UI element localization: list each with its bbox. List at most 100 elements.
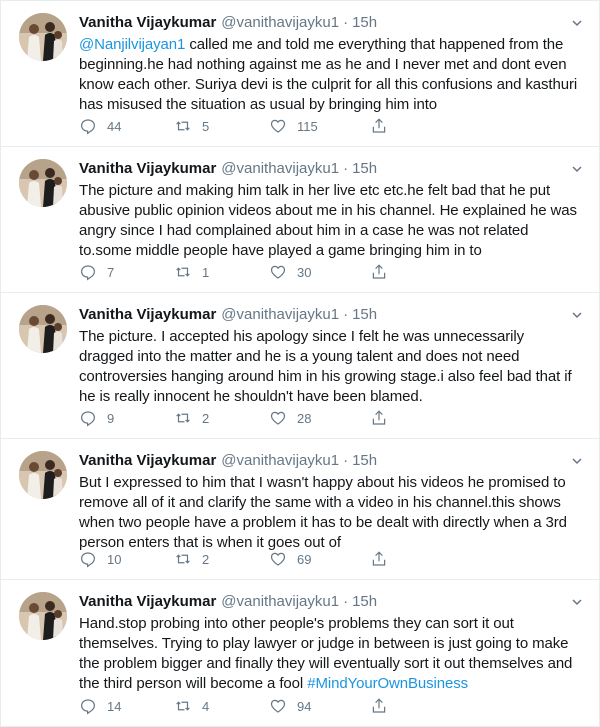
reply-icon [81, 265, 95, 281]
tweet-text: Hand.stop probing into other people's pr… [79, 614, 579, 694]
retweet-count: 4 [202, 698, 210, 714]
like-count: 69 [297, 551, 312, 567]
reply-count: 9 [107, 410, 115, 426]
share-button[interactable] [370, 263, 400, 281]
retweet-icon [176, 267, 190, 277]
like-icon [270, 552, 286, 566]
separator: · [343, 160, 349, 177]
tweet-header: Vanitha Vijaykumar @vanithavijayku1 · 15… [79, 159, 585, 179]
author-name[interactable]: Vanitha Vijaykumar [79, 13, 216, 33]
retweet-button[interactable]: 5 [174, 117, 269, 135]
share-icon [372, 264, 386, 279]
share-icon [372, 118, 386, 133]
retweet-count: 1 [202, 264, 210, 280]
retweet-count: 5 [202, 118, 210, 134]
timestamp[interactable]: 15h [352, 451, 377, 471]
retweet-icon [176, 554, 190, 564]
like-button[interactable]: 115 [269, 117, 364, 135]
chevron-down-icon[interactable] [571, 163, 583, 175]
tweet[interactable]: Vanitha Vijaykumar @vanithavijayku1 · 15… [1, 439, 599, 580]
reply-count: 10 [107, 551, 122, 567]
tweet-text: @Nanjilvijayan1 called me and told me ev… [79, 35, 579, 115]
avatar[interactable] [19, 305, 67, 353]
like-count: 28 [297, 410, 312, 426]
tweet-text: The picture. I accepted his apology sinc… [79, 328, 572, 405]
like-icon [270, 699, 286, 713]
like-button[interactable]: 94 [269, 697, 364, 715]
share-icon [372, 551, 386, 566]
timestamp[interactable]: 15h [352, 592, 377, 612]
separator: · [343, 14, 349, 31]
avatar[interactable] [19, 592, 67, 640]
like-button[interactable]: 30 [269, 263, 364, 281]
like-icon [270, 119, 286, 133]
timestamp[interactable]: 15h [352, 305, 377, 325]
reply-button[interactable]: 10 [79, 550, 174, 568]
tweet[interactable]: Vanitha Vijaykumar @vanithavijayku1 · 15… [1, 293, 599, 439]
tweet[interactable]: Vanitha Vijaykumar @vanithavijayku1 · 15… [1, 580, 599, 726]
reply-count: 44 [107, 118, 122, 134]
retweet-count: 2 [202, 551, 210, 567]
separator: · [343, 452, 349, 469]
timestamp[interactable]: 15h [352, 13, 377, 33]
author-handle[interactable]: @vanithavijayku1 [221, 159, 339, 179]
timestamp[interactable]: 15h [352, 159, 377, 179]
author-handle[interactable]: @vanithavijayku1 [221, 13, 339, 33]
author-handle[interactable]: @vanithavijayku1 [221, 451, 339, 471]
separator: · [343, 306, 349, 323]
tweet-header: Vanitha Vijaykumar @vanithavijayku1 · 15… [79, 13, 585, 33]
reply-icon [81, 411, 95, 427]
tweet-actions: 14 4 94 [79, 696, 499, 716]
share-button[interactable] [370, 697, 400, 715]
hashtag-link[interactable]: #MindYourOwnBusiness [307, 675, 468, 692]
author-name[interactable]: Vanitha Vijaykumar [79, 592, 216, 612]
like-icon [270, 411, 286, 425]
reply-button[interactable]: 7 [79, 263, 174, 281]
author-name[interactable]: Vanitha Vijaykumar [79, 305, 216, 325]
retweet-icon [176, 121, 190, 131]
author-handle[interactable]: @vanithavijayku1 [221, 305, 339, 325]
share-icon [372, 410, 386, 425]
tweet-actions: 10 2 69 [79, 549, 499, 569]
mention-link[interactable]: @Nanjilvijayan1 [79, 36, 185, 53]
like-count: 115 [297, 118, 318, 134]
author-name[interactable]: Vanitha Vijaykumar [79, 451, 216, 471]
tweet-text: But I expressed to him that I wasn't hap… [79, 474, 567, 551]
tweet-text: The picture and making him talk in her l… [79, 182, 577, 259]
avatar[interactable] [19, 451, 67, 499]
tweet-header: Vanitha Vijaykumar @vanithavijayku1 · 15… [79, 451, 585, 471]
retweet-icon [176, 701, 190, 711]
share-button[interactable] [370, 117, 400, 135]
reply-icon [81, 699, 95, 715]
chevron-down-icon[interactable] [571, 455, 583, 467]
retweet-button[interactable]: 2 [174, 550, 269, 568]
reply-icon [81, 552, 95, 568]
avatar[interactable] [19, 159, 67, 207]
like-count: 30 [297, 264, 312, 280]
author-name[interactable]: Vanitha Vijaykumar [79, 159, 216, 179]
like-icon [270, 265, 286, 279]
like-button[interactable]: 28 [269, 409, 364, 427]
like-button[interactable]: 69 [269, 550, 364, 568]
tweet-actions: 44 5 115 [79, 116, 499, 136]
reply-button[interactable]: 9 [79, 409, 174, 427]
tweet-actions: 7 1 30 [79, 262, 499, 282]
retweet-button[interactable]: 4 [174, 697, 269, 715]
reply-count: 14 [107, 698, 122, 714]
tweet[interactable]: Vanitha Vijaykumar @vanithavijayku1 · 15… [1, 147, 599, 293]
reply-button[interactable]: 14 [79, 697, 174, 715]
author-handle[interactable]: @vanithavijayku1 [221, 592, 339, 612]
avatar[interactable] [19, 13, 67, 61]
reply-button[interactable]: 44 [79, 117, 174, 135]
tweet-actions: 9 2 28 [79, 408, 499, 428]
tweet[interactable]: Vanitha Vijaykumar @vanithavijayku1 · 15… [1, 1, 599, 147]
tweet-header: Vanitha Vijaykumar @vanithavijayku1 · 15… [79, 592, 585, 612]
retweet-button[interactable]: 1 [174, 263, 269, 281]
chevron-down-icon[interactable] [571, 596, 583, 608]
chevron-down-icon[interactable] [571, 309, 583, 321]
retweet-button[interactable]: 2 [174, 409, 269, 427]
separator: · [343, 593, 349, 610]
share-button[interactable] [370, 550, 400, 568]
chevron-down-icon[interactable] [571, 17, 583, 29]
share-button[interactable] [370, 409, 400, 427]
